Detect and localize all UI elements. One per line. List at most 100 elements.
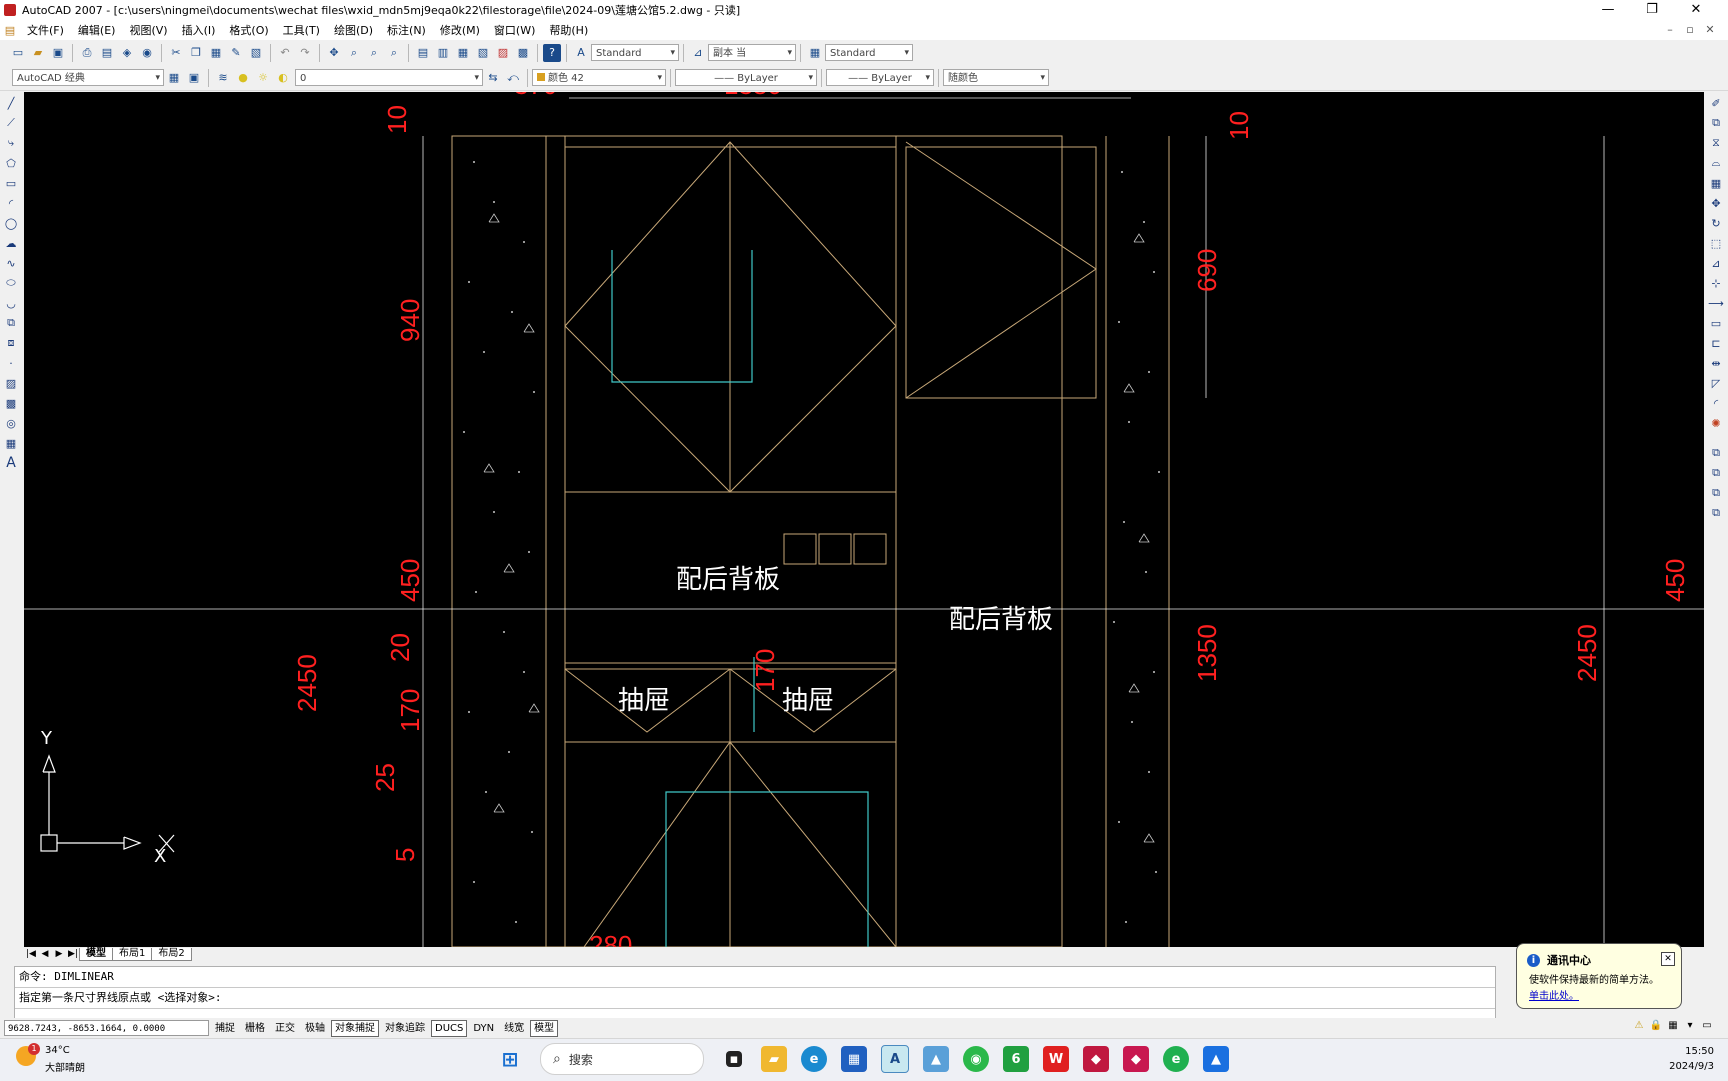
lineweight-select[interactable]: —— ByLayer xyxy=(826,69,934,87)
menu-dimension[interactable]: 标注(N) xyxy=(380,22,433,38)
osnap-toggle[interactable]: 对象捕捉 xyxy=(331,1019,379,1037)
tab-model[interactable]: 模型 xyxy=(79,947,113,961)
menu-insert[interactable]: 插入(I) xyxy=(175,22,223,38)
workspace-save-icon[interactable]: ▣ xyxy=(185,69,203,87)
region-icon[interactable]: ◎ xyxy=(2,414,20,432)
snap-toggle[interactable]: 捕捉 xyxy=(211,1020,239,1037)
pan-icon[interactable]: ✥ xyxy=(325,44,343,62)
rectangle-icon[interactable]: ▭ xyxy=(2,174,20,192)
workspace-settings-icon[interactable]: ▦ xyxy=(165,69,183,87)
print-icon[interactable]: ⎙ xyxy=(78,44,96,62)
zoom-window-icon[interactable]: ⌕ xyxy=(365,44,383,62)
task-view-icon[interactable]: ▪ xyxy=(726,1051,742,1067)
sheet-set-icon[interactable]: ▧ xyxy=(474,44,492,62)
menu-tools[interactable]: 工具(T) xyxy=(276,22,327,38)
wps-icon[interactable]: W xyxy=(1043,1046,1069,1072)
lineweight-toggle[interactable]: 线宽 xyxy=(500,1020,528,1037)
copy-object-icon[interactable]: ⧉ xyxy=(1707,114,1725,132)
fillet-icon[interactable]: ◜ xyxy=(1707,394,1725,412)
cut-icon[interactable]: ✂ xyxy=(167,44,185,62)
next-tab-icon[interactable]: ▶ xyxy=(52,949,66,959)
construction-line-icon[interactable]: ⟋ xyxy=(2,114,20,132)
spline-icon[interactable]: ∿ xyxy=(2,254,20,272)
paste-icon[interactable]: ▦ xyxy=(207,44,225,62)
menu-draw[interactable]: 绘图(D) xyxy=(327,22,380,38)
model-toggle[interactable]: 模型 xyxy=(530,1019,559,1037)
mirror-icon[interactable]: ⧖ xyxy=(1707,134,1725,152)
ellipse-arc-icon[interactable]: ◡ xyxy=(2,294,20,312)
table-style-icon[interactable]: ▦ xyxy=(806,44,824,62)
markup-icon[interactable]: ▨ xyxy=(494,44,512,62)
rotate-icon[interactable]: ↻ xyxy=(1707,214,1725,232)
plotstyle-select[interactable]: 随颜色 xyxy=(943,69,1049,87)
multiline-text-icon[interactable]: A xyxy=(2,454,20,472)
menu-edit[interactable]: 编辑(E) xyxy=(71,22,123,38)
block-editor-icon[interactable]: ▧ xyxy=(247,44,265,62)
extend-icon[interactable]: ⟶ xyxy=(1707,294,1725,312)
zoom-previous-icon[interactable]: ⌕ xyxy=(385,44,403,62)
gradient-icon[interactable]: ▩ xyxy=(2,394,20,412)
app-red-icon[interactable]: ◆ xyxy=(1083,1046,1109,1072)
scale-icon[interactable]: ⬚ xyxy=(1707,234,1725,252)
text-style-icon[interactable]: A xyxy=(572,44,590,62)
coordinate-display[interactable]: 9628.7243, -8653.1664, 0.0000 xyxy=(4,1020,209,1036)
app-magenta-icon[interactable]: ◆ xyxy=(1123,1046,1149,1072)
prev-tab-icon[interactable]: ◀ xyxy=(38,949,52,959)
3d-dwf-icon[interactable]: ◉ xyxy=(138,44,156,62)
workspace-select[interactable]: AutoCAD 经典 xyxy=(12,69,164,87)
color-select[interactable]: 颜色 42 xyxy=(532,69,666,87)
menu-format[interactable]: 格式(O) xyxy=(222,22,275,38)
explode-icon[interactable]: ✺ xyxy=(1707,414,1725,432)
join-icon[interactable]: ⇹ xyxy=(1707,354,1725,372)
properties-icon[interactable]: ▤ xyxy=(414,44,432,62)
insert-block-icon[interactable]: ⧉ xyxy=(2,314,20,332)
open-icon[interactable]: ▰ xyxy=(29,44,47,62)
stretch-icon[interactable]: ⊿ xyxy=(1707,254,1725,272)
tab-layout1[interactable]: 布局1 xyxy=(112,947,153,961)
copy-icon[interactable]: ❐ xyxy=(187,44,205,62)
document-icon[interactable]: ▤ xyxy=(1,21,19,39)
app-6-icon[interactable]: 6 xyxy=(1003,1046,1029,1072)
app-blue-icon[interactable]: ▲ xyxy=(1203,1046,1229,1072)
menu-modify[interactable]: 修改(M) xyxy=(433,22,487,38)
polyline-icon[interactable]: ⤷ xyxy=(2,134,20,152)
make-current-layer-icon[interactable]: ⇆ xyxy=(484,69,502,87)
save-icon[interactable]: ▣ xyxy=(49,44,67,62)
revision-cloud-icon[interactable]: ☁ xyxy=(2,234,20,252)
text-style-select[interactable]: Standard xyxy=(591,44,679,62)
line-icon[interactable]: ╱ xyxy=(2,94,20,112)
doc-restore-button[interactable]: ▫ xyxy=(1680,20,1700,40)
drawing-canvas[interactable]: 10 940 450 2450 20 170 25 5 10 690 1350 … xyxy=(24,92,1704,947)
ellipse-icon[interactable]: ⬭ xyxy=(2,274,20,292)
start-icon[interactable]: ⊞ xyxy=(497,1046,523,1072)
first-tab-icon[interactable]: |◀ xyxy=(24,949,38,959)
draw-order-front-icon[interactable]: ⧉ xyxy=(1707,444,1725,462)
communication-center-icon[interactable]: ⚠ xyxy=(1632,1020,1646,1034)
otrack-toggle[interactable]: 对象追踪 xyxy=(381,1020,429,1037)
browser-icon[interactable]: e xyxy=(1163,1046,1189,1072)
erase-icon[interactable]: ✐ xyxy=(1707,94,1725,112)
bring-above-icon[interactable]: ⧉ xyxy=(1707,484,1725,502)
help-icon[interactable]: ? xyxy=(543,43,561,62)
search-box[interactable]: ⌕ 搜索 xyxy=(540,1043,704,1075)
system-clock[interactable]: 15:50 2024/9/3 xyxy=(1669,1044,1714,1074)
tab-layout2[interactable]: 布局2 xyxy=(151,947,192,961)
doc-close-button[interactable]: ✕ xyxy=(1700,20,1720,40)
last-tab-icon[interactable]: ▶| xyxy=(66,949,80,959)
photos-icon[interactable]: ▲ xyxy=(923,1046,949,1072)
file-explorer-icon[interactable]: ▰ xyxy=(761,1046,787,1072)
store-icon[interactable]: ▦ xyxy=(841,1046,867,1072)
notification-link[interactable]: 单击此处。 xyxy=(1529,987,1579,1002)
clean-screen-icon[interactable]: ▭ xyxy=(1700,1020,1714,1034)
dim-style-select[interactable]: 副本 当 xyxy=(708,44,796,62)
draw-order-back-icon[interactable]: ⧉ xyxy=(1707,464,1725,482)
dim-style-icon[interactable]: ⊿ xyxy=(689,44,707,62)
polygon-icon[interactable]: ⬠ xyxy=(2,154,20,172)
match-properties-icon[interactable]: ✎ xyxy=(227,44,245,62)
circle-icon[interactable]: ◯ xyxy=(2,214,20,232)
design-center-icon[interactable]: ▥ xyxy=(434,44,452,62)
toolbar-lock-icon[interactable]: ▦ xyxy=(1666,1020,1680,1034)
point-icon[interactable]: · xyxy=(2,354,20,372)
trim-icon[interactable]: ⊹ xyxy=(1707,274,1725,292)
zoom-realtime-icon[interactable]: ⌕ xyxy=(345,44,363,62)
